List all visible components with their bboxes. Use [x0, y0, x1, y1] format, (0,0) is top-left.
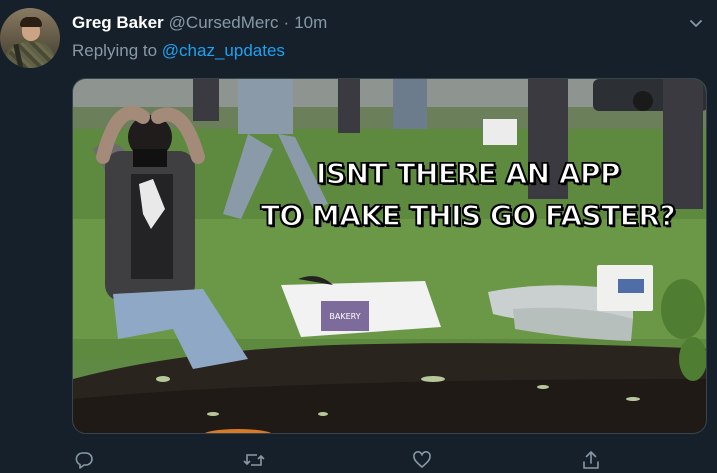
- meme-caption-line1: ISNT THERE AN APP: [315, 156, 621, 191]
- media-image: BAKERY: [73, 79, 706, 433]
- tweet-media[interactable]: BAKERY ISNT THERE AN APP TO MAKE THIS GO…: [72, 78, 707, 434]
- tweet-header: Greg Baker @CursedMerc · 10m: [72, 13, 327, 35]
- reply-icon: [75, 452, 93, 469]
- share-icon: [583, 451, 599, 469]
- share-button[interactable]: [579, 448, 603, 472]
- reply-button[interactable]: [72, 448, 96, 472]
- retweet-button[interactable]: [242, 448, 266, 472]
- handle[interactable]: @CursedMerc: [169, 13, 279, 33]
- reply-target-link[interactable]: @chaz_updates: [162, 41, 285, 60]
- separator: ·: [283, 13, 290, 32]
- like-icon: [413, 451, 431, 468]
- replying-to-label: Replying to: [72, 41, 158, 60]
- like-button[interactable]: [410, 448, 434, 472]
- chevron-down-icon: [690, 20, 702, 27]
- avatar[interactable]: [0, 8, 60, 68]
- bakery-box: BAKERY: [281, 276, 441, 337]
- avatar-hair: [20, 17, 42, 27]
- replying-to: Replying to @chaz_updates: [72, 41, 285, 61]
- meme-caption-line2: TO MAKE THIS GO FASTER?: [260, 198, 676, 233]
- display-name[interactable]: Greg Baker: [72, 13, 164, 33]
- timestamp[interactable]: 10m: [294, 13, 327, 33]
- more-options-button[interactable]: [685, 12, 707, 34]
- tweet[interactable]: Greg Baker @CursedMerc · 10m Replying to…: [0, 0, 717, 473]
- tweet-actions: [72, 446, 707, 473]
- svg-text:BAKERY: BAKERY: [329, 312, 360, 321]
- retweet-icon: [243, 454, 265, 466]
